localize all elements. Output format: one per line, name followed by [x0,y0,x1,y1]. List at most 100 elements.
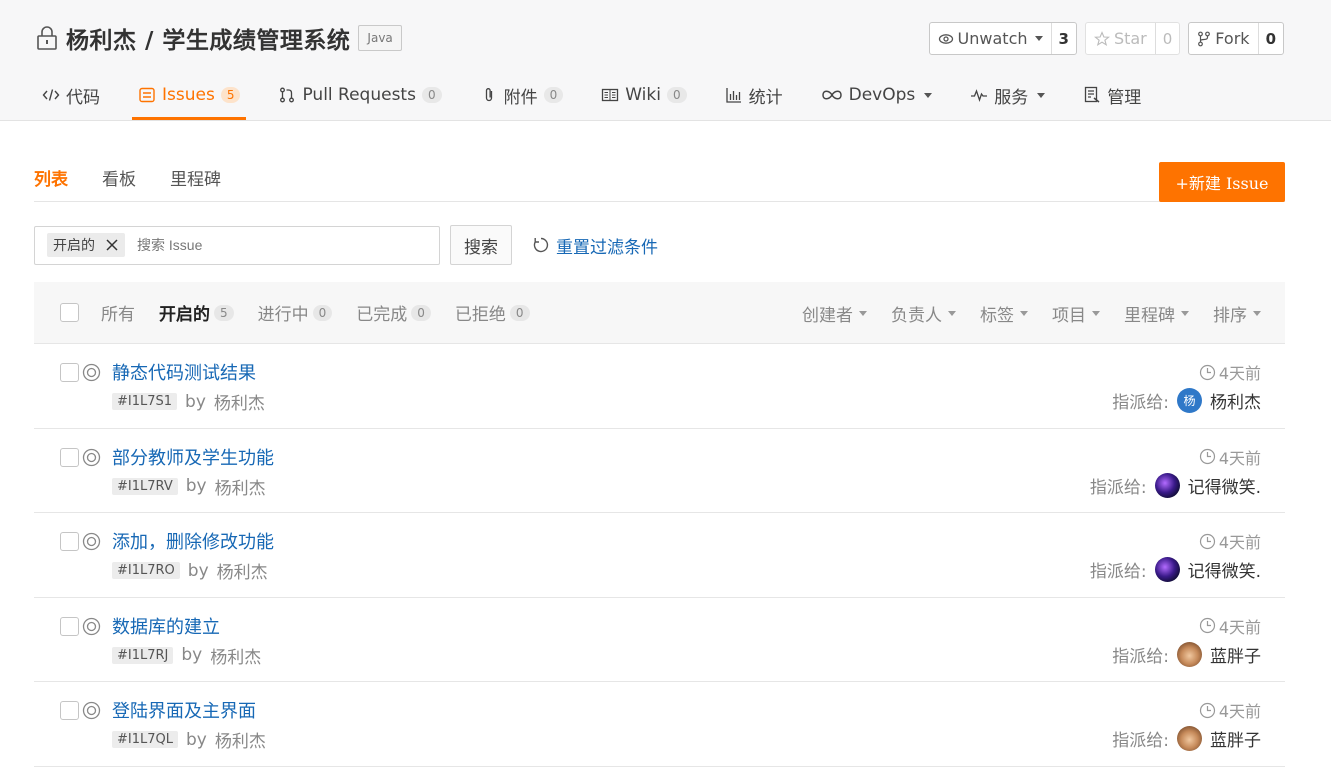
state-completed[interactable]: 已完成 0 [356,300,431,325]
fork-label[interactable]: Fork [1189,23,1259,54]
filter-chip-open: 开启的 [47,233,125,257]
issue-row: 静态代码测试结果 #I1L7S1 by 杨利杰 4天前 指派给: 杨 杨利杰 [34,344,1285,429]
new-issue-button[interactable]: +新建 Issue [1159,162,1285,202]
search-input[interactable] [137,237,387,253]
state-in-progress-label: 进行中 [257,305,309,325]
tab-attachments[interactable]: 附件 0 [474,72,570,118]
open-issue-icon [82,701,101,720]
state-rejected-label: 已拒绝 [454,305,506,325]
close-icon[interactable] [105,238,119,252]
avatar[interactable]: 杨 [1177,388,1202,413]
tab-devops[interactable]: DevOps [815,72,939,118]
reset-filters-label: 重置过滤条件 [556,237,658,258]
issue-author[interactable]: 杨利杰 [210,643,261,668]
issue-meta: #I1L7S1 by 杨利杰 [112,389,265,414]
issue-author[interactable]: 杨利杰 [214,389,265,414]
search-button[interactable]: 搜索 [450,225,512,265]
assignee-name[interactable]: 记得微笑. [1188,557,1261,582]
issue-title[interactable]: 添加，删除修改功能 [112,528,274,554]
avatar[interactable] [1154,472,1180,498]
assign-label: 指派给: [1112,731,1169,751]
issue-title[interactable]: 部分教师及学生功能 [112,444,274,470]
repo-actions: Unwatch 3 Star 0 Fork 0 [928,22,1284,55]
select-all-checkbox[interactable] [60,303,79,322]
repo-name[interactable]: 杨利杰 / 学生成绩管理系统 [66,21,350,55]
issue-title[interactable]: 登陆界面及主界面 [112,697,256,723]
assignee-name[interactable]: 蓝胖子 [1210,726,1261,751]
state-all[interactable]: 所有 [101,300,135,325]
avatar[interactable] [1177,641,1202,667]
issue-id[interactable]: #I1L7RJ [112,646,174,664]
wiki-count-badge: 0 [666,87,687,103]
service-icon [971,89,988,103]
fork-button[interactable]: Fork 0 [1188,22,1284,55]
tab-wiki-label: Wiki [625,85,661,105]
tab-pull-requests[interactable]: Pull Requests 0 [272,72,447,118]
issue-author[interactable]: 杨利杰 [217,558,268,583]
issue-row: 数据库的建立 #I1L7RJ by 杨利杰 4天前 指派给: 蓝胖子 [34,598,1285,682]
issue-assignee: 指派给: 蓝胖子 [1112,726,1261,751]
unwatch-label[interactable]: Unwatch [930,23,1052,54]
tab-devops-label: DevOps [848,85,916,105]
fork-count[interactable]: 0 [1259,23,1283,54]
issue-checkbox[interactable] [60,532,79,551]
search-box[interactable]: 开启的 [34,225,440,265]
state-rejected[interactable]: 已拒绝 0 [455,300,530,325]
tab-list[interactable]: 列表 [34,165,68,190]
star-text: Star [1113,29,1147,48]
filter-assignee[interactable]: 负责人 [891,301,956,326]
star-button[interactable]: Star 0 [1084,22,1181,55]
state-in-progress[interactable]: 进行中 0 [258,300,333,325]
assignee-name[interactable]: 杨利杰 [1210,388,1261,413]
tab-milestones[interactable]: 里程碑 [170,165,221,190]
issue-list-header: 所有 开启的 5 进行中 0 已完成 0 已拒绝 0 创建者 负责人 标签 项目 里程碑… [34,282,1285,344]
issue-time: 4天前 [1199,529,1261,553]
issue-checkbox[interactable] [60,616,79,636]
avatar[interactable] [1177,726,1202,751]
tab-wiki[interactable]: Wiki 0 [595,72,692,118]
issue-id[interactable]: #I1L7QL [112,731,178,748]
tab-board[interactable]: 看板 [102,165,136,190]
issue-author[interactable]: 杨利杰 [215,727,266,752]
issue-time: 4天前 [1199,445,1261,469]
star-count[interactable]: 0 [1156,23,1180,54]
tab-issues[interactable]: Issues 5 [132,72,247,120]
issue-author[interactable]: 杨利杰 [215,474,266,499]
avatar[interactable] [1154,557,1180,582]
tab-manage[interactable]: 管理 [1077,72,1147,118]
issue-meta: #I1L7RO by 杨利杰 [112,558,268,583]
assignee-name[interactable]: 记得微笑. [1188,473,1261,498]
issue-checkbox[interactable] [60,701,79,720]
filter-project[interactable]: 项目 [1052,301,1100,326]
filter-author[interactable]: 创建者 [802,301,867,326]
issue-id[interactable]: #I1L7RV [112,477,178,495]
filter-milestone[interactable]: 里程碑 [1124,301,1189,326]
view-tabs: 列表 看板 里程碑 [34,165,255,190]
assign-label: 指派给: [1112,393,1169,413]
sort-order[interactable]: 排序 [1213,301,1261,326]
unwatch-button[interactable]: Unwatch 3 [928,22,1077,55]
chevron-down-icon [1020,310,1028,316]
issue-id[interactable]: #I1L7RO [112,562,180,579]
issue-title[interactable]: 静态代码测试结果 [112,359,256,385]
clock-icon [1199,617,1215,634]
tab-code[interactable]: 代码 [36,72,106,118]
tab-stats[interactable]: 统计 [719,72,789,118]
star-label[interactable]: Star [1086,23,1156,54]
issue-title[interactable]: 数据库的建立 [112,613,220,639]
issue-id[interactable]: #I1L7S1 [112,393,178,410]
tab-manage-label: 管理 [1107,87,1142,108]
tab-service[interactable]: 服务 [964,72,1051,118]
open-issue-icon [82,363,101,382]
issue-checkbox[interactable] [60,363,79,382]
pull-requests-count-badge: 0 [421,87,442,103]
wiki-icon [602,88,619,102]
watch-count[interactable]: 3 [1052,23,1076,54]
assign-label: 指派给: [1112,646,1169,667]
filter-labels[interactable]: 标签 [980,301,1028,326]
state-open[interactable]: 开启的 5 [159,300,234,325]
tab-service-label: 服务 [994,87,1029,108]
assignee-name[interactable]: 蓝胖子 [1210,642,1261,667]
reset-filters-link[interactable]: 重置过滤条件 [532,233,658,258]
issue-checkbox[interactable] [60,447,79,467]
